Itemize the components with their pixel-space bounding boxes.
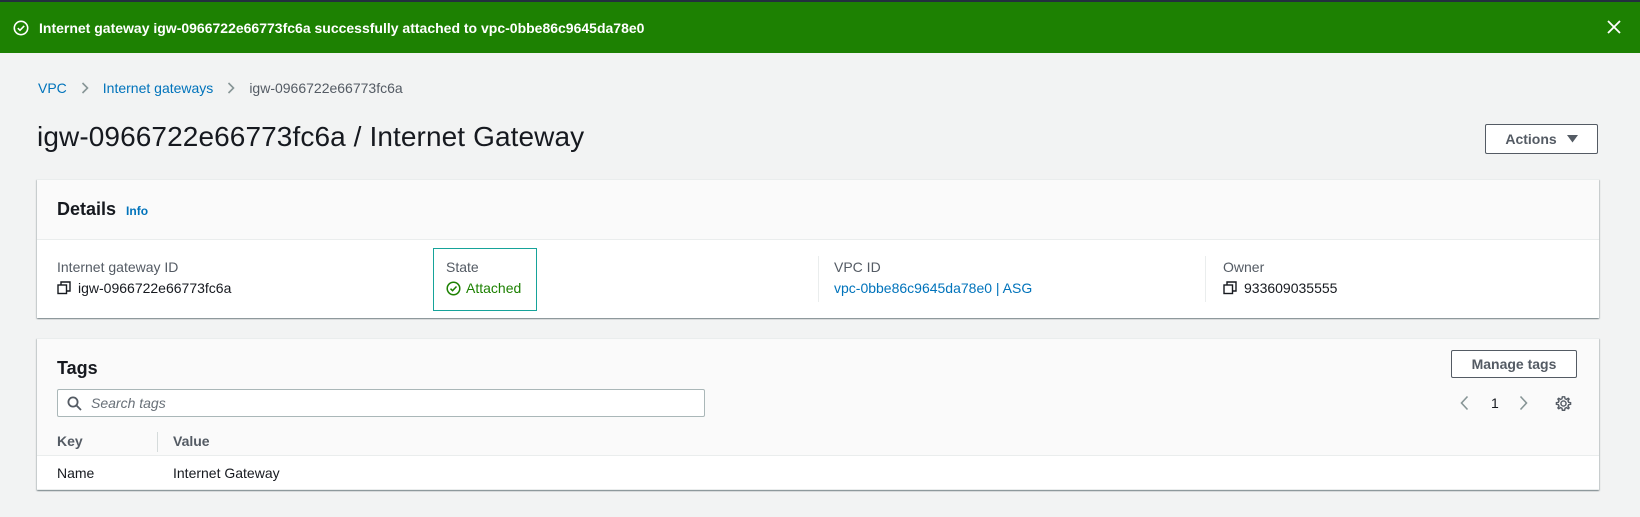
- search-icon: [67, 396, 82, 411]
- breadcrumb-internet-gateways[interactable]: Internet gateways: [103, 80, 214, 96]
- search-input[interactable]: [91, 395, 691, 411]
- actions-button[interactable]: Actions: [1485, 124, 1598, 154]
- column-header-key[interactable]: Key: [57, 433, 83, 449]
- chevron-right-icon: [81, 82, 89, 94]
- actions-button-label: Actions: [1505, 131, 1557, 147]
- chevron-left-icon[interactable]: [1457, 392, 1471, 414]
- details-body: Internet gateway ID igw-0966722e66773fc6…: [37, 240, 1599, 318]
- chevron-right-icon: [227, 82, 235, 94]
- table-row: Name Internet Gateway: [37, 456, 1599, 490]
- details-panel: Details Info Internet gateway ID igw-096…: [37, 179, 1599, 318]
- success-flash-banner: Internet gateway igw-0966722e66773fc6a s…: [0, 2, 1640, 53]
- column-divider: [157, 432, 158, 452]
- cell-key: Name: [57, 465, 95, 481]
- page-title: igw-0966722e66773fc6a / Internet Gateway: [37, 121, 585, 152]
- check-circle-icon: [13, 20, 29, 36]
- field-label: VPC ID: [834, 259, 881, 275]
- field-label: Owner: [1223, 259, 1265, 275]
- divider: [818, 256, 819, 302]
- field-value: 933609035555: [1223, 280, 1337, 296]
- chevron-right-icon[interactable]: [1517, 392, 1531, 414]
- gear-icon[interactable]: [1555, 395, 1572, 412]
- details-title: Details: [57, 199, 117, 219]
- divider: [1205, 256, 1206, 302]
- breadcrumb-vpc[interactable]: VPC: [38, 80, 67, 96]
- status-badge: Attached: [446, 280, 521, 296]
- copy-icon[interactable]: [57, 281, 71, 295]
- tags-title: Tags: [57, 358, 98, 378]
- field-label: Internet gateway ID: [57, 259, 179, 275]
- tags-table: Key Value Name Internet Gateway: [37, 427, 1599, 490]
- column-header-value[interactable]: Value: [173, 433, 210, 449]
- igw-id-value: igw-0966722e66773fc6a: [78, 280, 232, 296]
- page-number[interactable]: 1: [1491, 395, 1499, 411]
- field-vpc-id: VPC ID vpc-0bbe86c9645da78e0 | ASG: [834, 259, 1032, 296]
- details-header: Details Info: [37, 180, 1599, 240]
- owner-value: 933609035555: [1244, 280, 1338, 296]
- breadcrumb: VPC Internet gateways igw-0966722e66773f…: [38, 80, 403, 96]
- breadcrumb-current: igw-0966722e66773fc6a: [249, 80, 403, 96]
- close-icon[interactable]: [1606, 19, 1622, 35]
- field-igw-id: Internet gateway ID igw-0966722e66773fc6…: [57, 259, 231, 296]
- table-header: Key Value: [37, 427, 1599, 456]
- flash-message: Internet gateway igw-0966722e66773fc6a s…: [39, 19, 645, 36]
- pagination: 1: [1457, 392, 1531, 414]
- cell-value: Internet Gateway: [173, 465, 280, 481]
- vpc-id-link[interactable]: vpc-0bbe86c9645da78e0 | ASG: [834, 280, 1032, 296]
- field-label: State: [446, 259, 479, 275]
- field-owner: Owner 933609035555: [1223, 259, 1337, 296]
- state-field-focus: State Attached: [433, 248, 537, 311]
- copy-icon[interactable]: [1223, 281, 1237, 295]
- tags-panel: Tags Manage tags 1 Key Value Name Intern…: [37, 338, 1599, 490]
- check-circle-icon: [446, 280, 461, 296]
- manage-tags-button[interactable]: Manage tags: [1451, 350, 1577, 378]
- search-tags-field[interactable]: [57, 389, 705, 417]
- info-link[interactable]: Info: [126, 204, 148, 218]
- field-value: igw-0966722e66773fc6a: [57, 280, 231, 296]
- state-value: Attached: [466, 280, 522, 296]
- caret-down-icon: [1566, 135, 1578, 143]
